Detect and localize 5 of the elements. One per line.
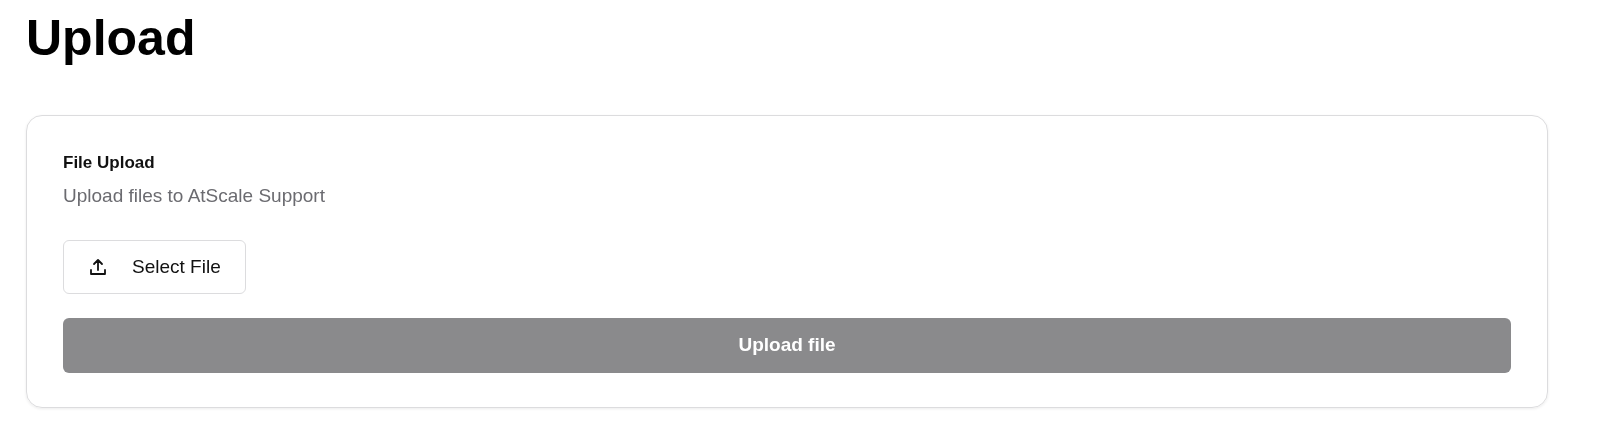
page-title: Upload [26, 9, 197, 68]
card-subtitle: Upload files to AtScale Support [63, 183, 326, 208]
upload-icon [88, 257, 108, 277]
card-title: File Upload [63, 152, 156, 174]
select-file-button[interactable]: Select File [63, 240, 246, 294]
